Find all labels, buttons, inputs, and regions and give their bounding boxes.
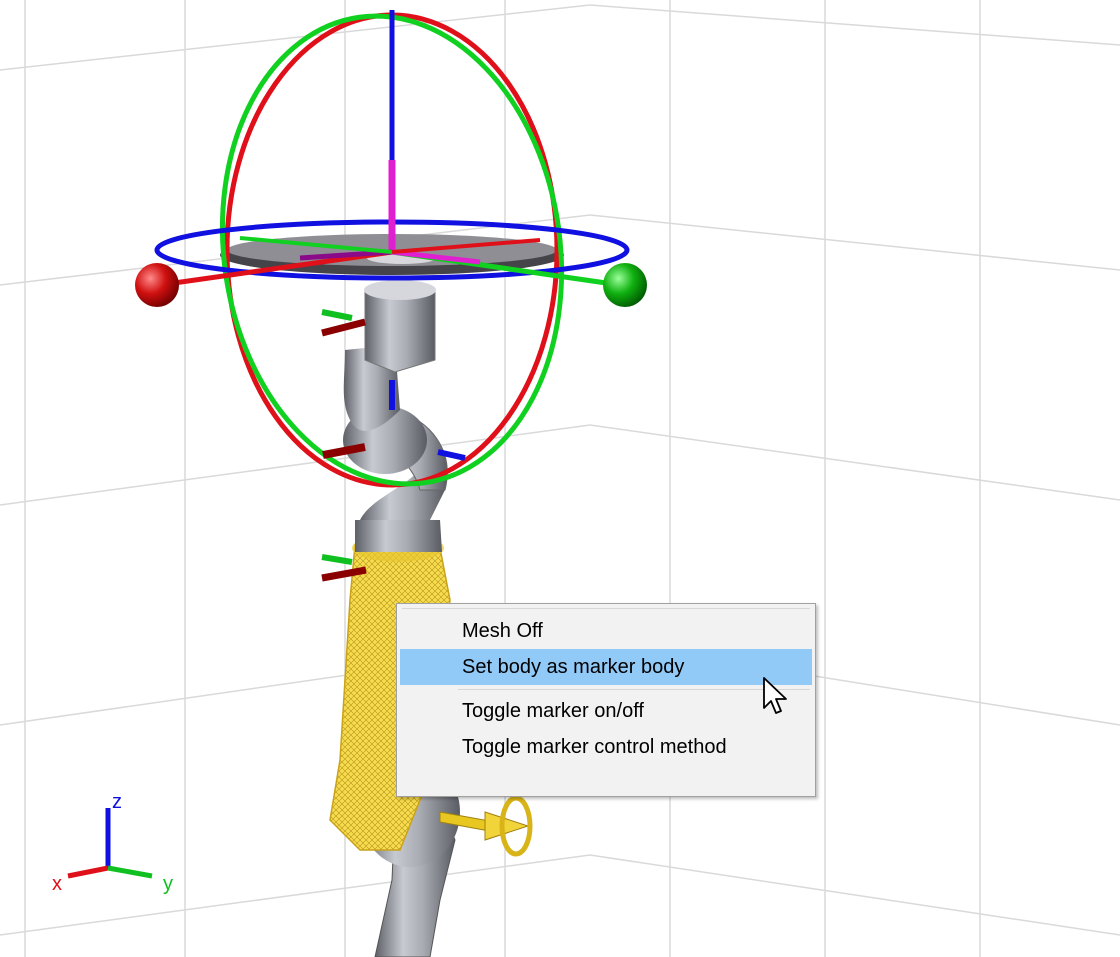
axis-label-x: x	[52, 873, 62, 895]
scene-canvas[interactable]: z x y	[0, 0, 1120, 957]
menu-separator	[458, 689, 810, 690]
axes-triad-icon: z x y	[52, 791, 173, 895]
menu-item-toggle-marker[interactable]: Toggle marker on/off	[400, 693, 812, 729]
background-grid	[0, 0, 1120, 957]
mouse-pointer-icon	[763, 677, 787, 714]
axis-label-y: y	[163, 873, 173, 895]
menu-top-separator	[402, 608, 810, 609]
3d-viewport[interactable]: z x y	[0, 0, 1120, 957]
menu-item-mesh-off[interactable]: Mesh Off	[400, 613, 812, 649]
axis-label-z: z	[112, 791, 122, 813]
menu-item-toggle-control-method[interactable]: Toggle marker control method	[400, 729, 812, 765]
menu-item-set-marker-body[interactable]: Set body as marker body	[400, 649, 812, 685]
context-menu: Mesh Off Set body as marker body Toggle …	[396, 603, 816, 797]
